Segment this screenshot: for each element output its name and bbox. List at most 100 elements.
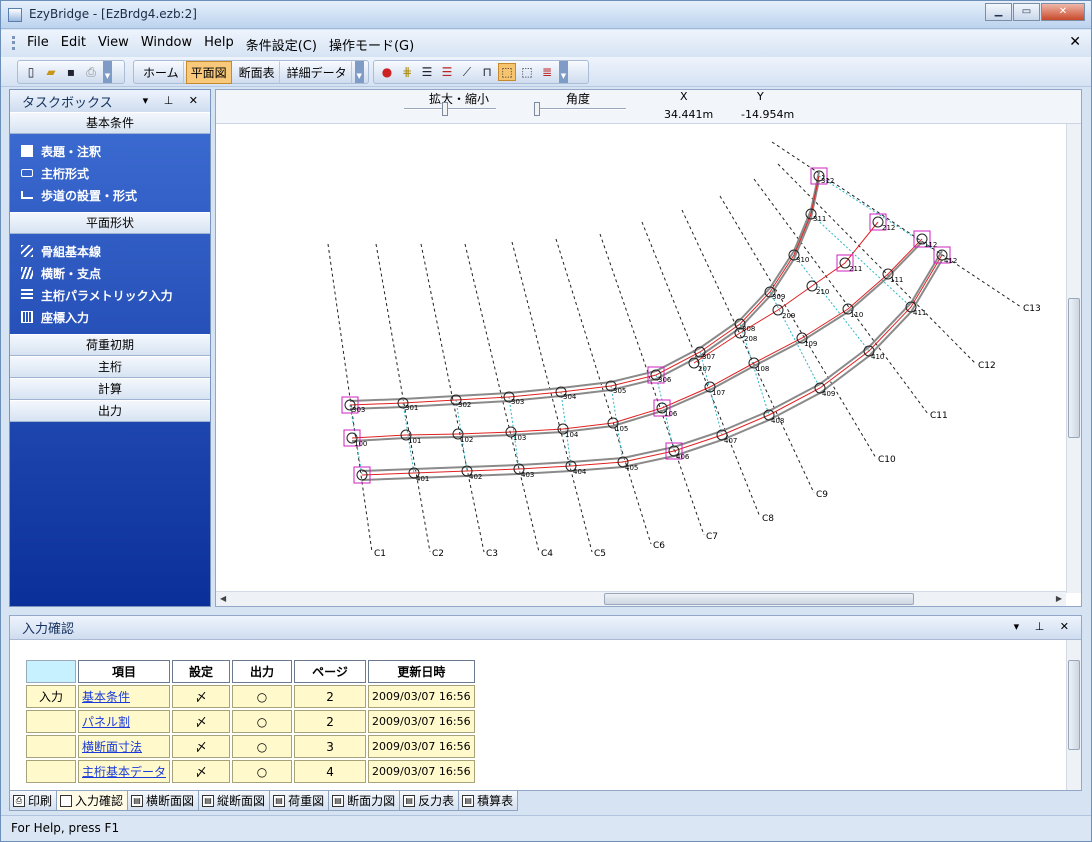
task-coordinate-input[interactable]: 座標入力 xyxy=(10,306,210,328)
menu-operation-mode[interactable]: 操作モード(G) xyxy=(323,35,420,54)
section-main-girder[interactable]: 主桁 xyxy=(10,356,210,378)
point-icon[interactable]: ● xyxy=(378,63,396,81)
menu-conditions[interactable]: 条件設定(C) xyxy=(240,35,323,54)
tab-estimate-table[interactable]: ▤ 積算表 xyxy=(458,791,519,811)
date-cell: 2009/03/07 16:56 xyxy=(368,760,475,783)
item-link[interactable]: 基本条件 xyxy=(78,685,171,708)
output-cell[interactable]: ○ xyxy=(232,685,293,708)
output-cell[interactable]: ○ xyxy=(232,710,293,733)
scroll-right-icon[interactable]: ▶ xyxy=(1056,594,1062,603)
angle-slider[interactable] xyxy=(534,102,540,116)
toolbar-dropdown-icon[interactable]: ▼ xyxy=(354,61,364,83)
column-header: 設定 xyxy=(172,660,231,683)
item-link[interactable]: 主桁基本データ xyxy=(78,760,171,783)
diagonal-icon[interactable]: ⟋ xyxy=(458,63,476,81)
node-label: 108 xyxy=(756,365,769,373)
menu-file[interactable]: File xyxy=(21,35,55,54)
node-label: 303 xyxy=(352,406,365,414)
task-label: 歩道の設置・形式 xyxy=(41,188,138,203)
mode-detail-data-button[interactable]: 詳細データ xyxy=(282,60,352,84)
mdi-close-icon[interactable]: ✕ xyxy=(1069,34,1081,50)
scroll-thumb[interactable] xyxy=(1068,660,1080,750)
set-cell[interactable]: 〆 xyxy=(172,735,231,758)
node-label: 110 xyxy=(850,311,863,319)
mode-section-table-button[interactable]: 断面表 xyxy=(234,60,280,84)
minimize-button[interactable]: ▁ xyxy=(985,3,1012,21)
group-cell: 入力 xyxy=(26,685,76,708)
open-folder-icon[interactable]: ▰ xyxy=(42,63,60,81)
section-plan-shape[interactable]: 平面形状 xyxy=(10,212,210,234)
node-label: 304 xyxy=(563,393,577,401)
set-cell[interactable]: 〆 xyxy=(172,685,231,708)
angle-label: 角度 xyxy=(566,92,591,106)
print-icon[interactable]: ⎙ xyxy=(82,63,100,81)
tab-load-diagram[interactable]: ▤ 荷重図 xyxy=(269,791,330,811)
zoom-slider-track[interactable] xyxy=(404,108,496,110)
task-main-girder-type[interactable]: 主桁形式 xyxy=(10,162,210,184)
plan-vertical-scrollbar[interactable] xyxy=(1066,124,1081,593)
menu-edit[interactable]: Edit xyxy=(55,35,92,54)
confirm-vertical-scrollbar[interactable] xyxy=(1066,640,1081,790)
output-cell[interactable]: ○ xyxy=(232,735,293,758)
menu-window[interactable]: Window xyxy=(135,35,198,54)
stack-icon[interactable]: ≣ xyxy=(538,63,556,81)
node-label: 302 xyxy=(458,401,471,409)
section-basic-conditions[interactable]: 基本条件 xyxy=(10,112,210,134)
maximize-button[interactable]: ▭ xyxy=(1013,3,1040,21)
section-calculation[interactable]: 計算 xyxy=(10,378,210,400)
support-label: C2 xyxy=(432,549,444,559)
output-cell[interactable]: ○ xyxy=(232,760,293,783)
task-parametric-input[interactable]: 主桁パラメトリック入力 xyxy=(10,284,210,306)
table-header-row: 項目 設定 出力 ページ 更新日時 xyxy=(26,660,475,683)
node-label: 407 xyxy=(724,437,737,445)
gate-icon[interactable]: ⊓ xyxy=(478,63,496,81)
task-frame-baseline[interactable]: 骨組基本線 xyxy=(10,240,210,262)
lines-alt-icon[interactable]: ☰ xyxy=(438,63,456,81)
node-label: 106 xyxy=(664,410,678,418)
zoom-slider[interactable] xyxy=(442,102,448,116)
set-cell[interactable]: 〆 xyxy=(172,710,231,733)
pane-controls-icon[interactable]: ▾ ⊥ ✕ xyxy=(1014,620,1075,633)
lines-icon[interactable]: ☰ xyxy=(418,63,436,81)
plan-horizontal-scrollbar[interactable]: ◀ ▶ xyxy=(216,591,1066,606)
task-crossing-support[interactable]: 横断・支点 xyxy=(10,262,210,284)
page-cell: 2 xyxy=(294,710,367,733)
scroll-thumb[interactable] xyxy=(604,593,914,605)
input-confirm-header: 入力確認 ▾ ⊥ ✕ xyxy=(10,616,1081,640)
task-sidewalk[interactable]: 歩道の設置・形式 xyxy=(10,184,210,206)
scroll-thumb[interactable] xyxy=(1068,298,1080,438)
select-icon[interactable]: ⬚ xyxy=(498,63,516,81)
tab-cross-section[interactable]: ▤ 横断面図 xyxy=(127,791,200,811)
mode-plan-button[interactable]: 平面図 xyxy=(185,60,232,84)
tab-print[interactable]: ⎙ 印刷 xyxy=(9,791,58,811)
table-row: 主桁基本データ 〆 ○ 4 2009/03/07 16:56 xyxy=(26,760,475,783)
task-label: 主桁パラメトリック入力 xyxy=(41,288,173,303)
support-line xyxy=(464,243,540,553)
menu-help[interactable]: Help xyxy=(198,35,240,54)
task-title-notes[interactable]: 表題・注釈 xyxy=(10,140,210,162)
tab-section-force[interactable]: ▤ 断面力図 xyxy=(328,791,401,811)
item-link[interactable]: パネル割 xyxy=(78,710,171,733)
new-file-icon[interactable]: ▯ xyxy=(22,63,40,81)
menu-view[interactable]: View xyxy=(92,35,135,54)
set-cell[interactable]: 〆 xyxy=(172,760,231,783)
section-output[interactable]: 出力 xyxy=(10,400,210,422)
toolbar-dropdown-icon[interactable]: ▼ xyxy=(559,61,568,83)
scroll-left-icon[interactable]: ◀ xyxy=(220,594,226,603)
mode-home-button[interactable]: ホーム xyxy=(138,60,184,84)
node-icon[interactable]: ⋕ xyxy=(398,63,416,81)
network-icon xyxy=(21,245,33,257)
support-label: C8 xyxy=(762,514,774,524)
tab-input-confirm[interactable]: 入力確認 xyxy=(56,791,129,811)
section-initial-load[interactable]: 荷重初期 xyxy=(10,334,210,356)
save-icon[interactable]: ▪ xyxy=(62,63,80,81)
select-alt-icon[interactable]: ⬚ xyxy=(518,63,536,81)
bridge-plan-drawing[interactable]: C1 C2 C3 C4 C5 C6 C7 C8 C9 C10 C11 C12 C13 303 301 302 3… xyxy=(216,124,1066,593)
pane-controls-icon[interactable]: ▾ ⊥ ✕ xyxy=(143,94,204,107)
tab-reaction-table[interactable]: ▤ 反力表 xyxy=(399,791,460,811)
close-button[interactable]: ✕ xyxy=(1041,3,1085,21)
toolbar-dropdown-icon[interactable]: ▼ xyxy=(103,61,112,83)
item-link[interactable]: 横断面寸法 xyxy=(78,735,171,758)
tab-longitudinal-section[interactable]: ▤ 縦断面図 xyxy=(198,791,271,811)
angle-slider-track[interactable] xyxy=(534,108,626,110)
